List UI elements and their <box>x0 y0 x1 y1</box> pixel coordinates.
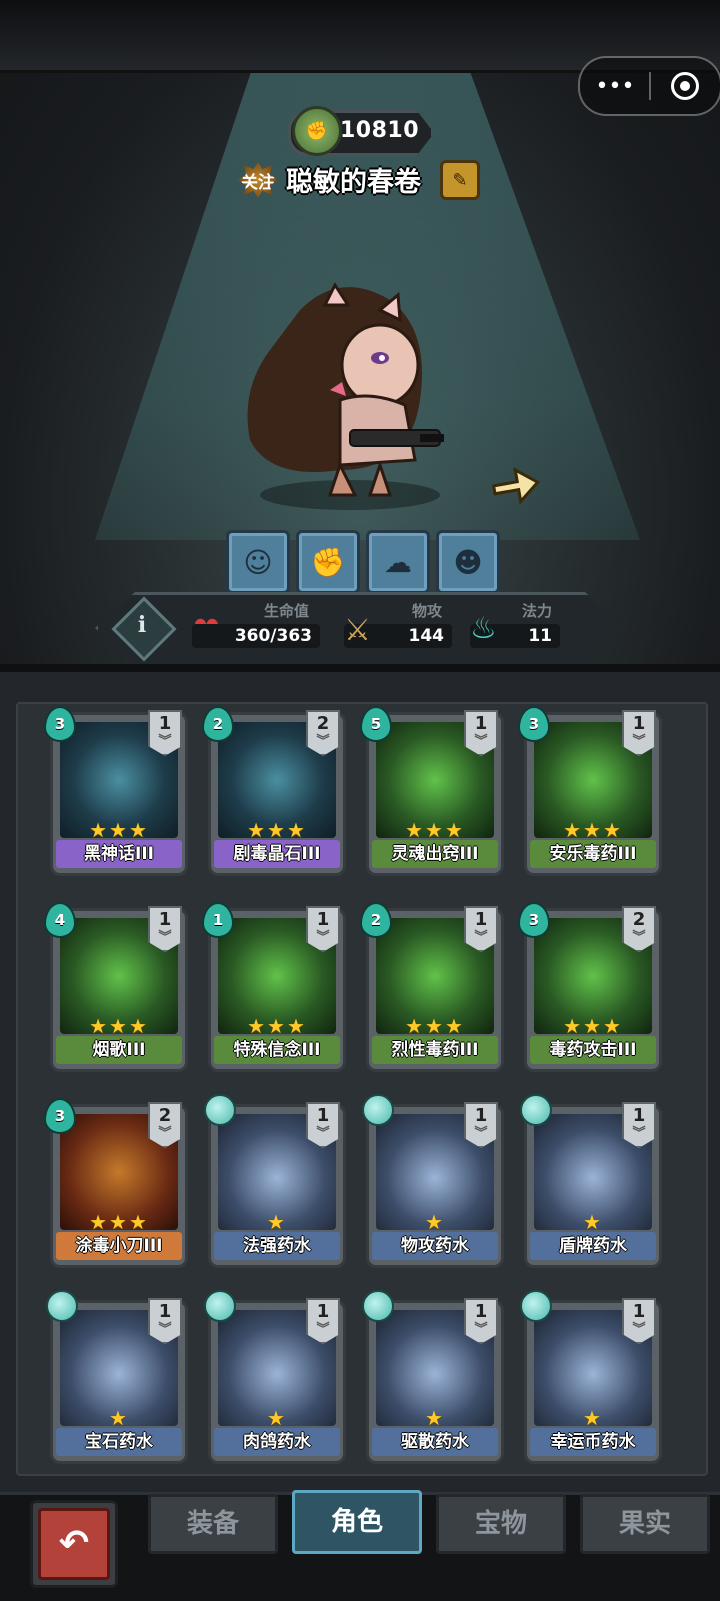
card-name: 幸运币药水 <box>530 1428 656 1456</box>
card[interactable]: ★★★ 黑神话III 3 1 <box>44 706 188 876</box>
mana-cost-badge: 4 <box>44 902 76 938</box>
card[interactable]: ★★★ 毒药攻击III 3 2 <box>518 902 662 1072</box>
trait-icon-ghost[interactable]: ☁ <box>366 530 430 594</box>
fist-icon: ✊ <box>310 545 346 579</box>
card-name: 宝石药水 <box>56 1428 182 1456</box>
target-icon <box>671 72 699 100</box>
trait-icon-demon[interactable]: ☻ <box>436 530 500 594</box>
card[interactable]: ★ 法强药水 1 <box>204 1094 346 1268</box>
card-name: 黑神话III <box>56 840 182 868</box>
card-name: 烈性毒药III <box>372 1036 498 1064</box>
mana-cost-badge: 3 <box>44 706 76 742</box>
tab-equipment[interactable]: 装备 <box>148 1494 278 1554</box>
card[interactable]: ★ 物攻药水 1 <box>362 1094 504 1268</box>
demon-icon: ☻ <box>453 545 483 579</box>
potion-icon <box>520 1290 552 1322</box>
star-rating: ★★★ <box>247 1014 307 1038</box>
card-name: 烟歌III <box>56 1036 182 1064</box>
card[interactable]: ★ 肉鸽药水 1 <box>204 1290 346 1464</box>
star-rating: ★★★ <box>405 818 465 842</box>
star-rating: ★ <box>425 1210 445 1234</box>
atk-label: 物攻 <box>412 602 443 620</box>
currency-value: 10810 <box>340 118 420 143</box>
card-grid: ★★★黑神话III31★★★剧毒晶石III22★★★灵魂出窍III51★★★安乐… <box>16 702 708 1476</box>
card-name: 盾牌药水 <box>530 1232 656 1260</box>
sword-icon: ⚔ <box>344 613 371 648</box>
mana-flame-icon: ♨ <box>470 611 497 646</box>
star-rating: ★ <box>109 1406 129 1430</box>
card-name: 驱散药水 <box>372 1428 498 1456</box>
ghost-icon: ☁ <box>384 545 412 579</box>
currency-icon: ✊ <box>292 106 342 156</box>
star-rating: ★ <box>267 1406 287 1430</box>
card[interactable]: ★★★ 灵魂出窍III 5 1 <box>360 706 504 876</box>
mana-cost-badge: 5 <box>360 706 392 742</box>
card[interactable]: ★★★ 剧毒晶石III 2 2 <box>202 706 346 876</box>
card[interactable]: ★ 宝石药水 1 <box>46 1290 188 1464</box>
cat-icon: ☺ <box>243 545 273 579</box>
potion-icon <box>204 1094 236 1126</box>
star-rating: ★★★ <box>563 818 623 842</box>
card-name: 安乐毒药III <box>530 840 656 868</box>
card-name: 涂毒小刀III <box>56 1232 182 1260</box>
potion-icon <box>520 1094 552 1126</box>
mana-cost-badge: 2 <box>202 706 234 742</box>
info-icon: i <box>137 612 147 638</box>
card[interactable]: ★ 幸运币药水 1 <box>520 1290 662 1464</box>
tab-treasure[interactable]: 宝物 <box>436 1494 566 1554</box>
card[interactable]: ★★★ 烈性毒药III 2 1 <box>360 902 504 1072</box>
potion-icon <box>362 1290 394 1322</box>
star-rating: ★★★ <box>89 1210 149 1234</box>
next-character-arrow-icon[interactable] <box>492 466 540 506</box>
mana-cost-badge: 3 <box>518 902 550 938</box>
card-name: 特殊信念III <box>214 1036 340 1064</box>
star-rating: ★ <box>583 1406 603 1430</box>
card-name: 肉鸽药水 <box>214 1428 340 1456</box>
game-screen: ••• ✊ 10810 关注 聪敏的春卷 ✎ ☺ ✊ ☁ ☻ i 生命值 ♥ 3… <box>0 0 720 1601</box>
card-name: 毒药攻击III <box>530 1036 656 1064</box>
card[interactable]: ★★★ 涂毒小刀III 3 2 <box>44 1098 188 1268</box>
back-button[interactable]: ↶ <box>38 1508 110 1580</box>
tab-fruit[interactable]: 果实 <box>580 1494 710 1554</box>
tab-character[interactable]: 角色 <box>292 1490 422 1554</box>
pencil-icon: ✎ <box>452 169 468 191</box>
mana-cost-badge: 1 <box>202 902 234 938</box>
more-menu-button[interactable]: ••• <box>580 58 650 114</box>
mana-label: 法力 <box>522 602 553 620</box>
card[interactable]: ★ 盾牌药水 1 <box>520 1094 662 1268</box>
trait-icon-cat[interactable]: ☺ <box>226 530 290 594</box>
star-rating: ★ <box>267 1210 287 1234</box>
close-miniprogram-button[interactable] <box>650 58 720 114</box>
card-name: 法强药水 <box>214 1232 340 1260</box>
mana-cost-badge: 3 <box>44 1098 76 1134</box>
card[interactable]: ★★★ 特殊信念III 1 1 <box>202 902 346 1072</box>
miniprogram-capsule: ••• <box>578 56 720 116</box>
panel-divider <box>0 664 720 672</box>
card[interactable]: ★★★ 安乐毒药III 3 1 <box>518 706 662 876</box>
star-rating: ★★★ <box>89 1014 149 1038</box>
star-rating: ★ <box>583 1210 603 1234</box>
hp-label: 生命值 <box>264 602 310 620</box>
potion-icon <box>204 1290 236 1322</box>
star-rating: ★★★ <box>563 1014 623 1038</box>
card-name: 灵魂出窍III <box>372 840 498 868</box>
player-name: 聪敏的春卷 <box>286 167 421 198</box>
star-rating: ★ <box>425 1406 445 1430</box>
card[interactable]: ★★★ 烟歌III 4 1 <box>44 902 188 1072</box>
star-rating: ★★★ <box>247 818 307 842</box>
trait-icon-fist[interactable]: ✊ <box>296 530 360 594</box>
card[interactable]: ★ 驱散药水 1 <box>362 1290 504 1464</box>
potion-icon <box>362 1094 394 1126</box>
card-name: 物攻药水 <box>372 1232 498 1260</box>
star-rating: ★★★ <box>89 818 149 842</box>
edit-name-button[interactable]: ✎ <box>440 160 480 200</box>
card-name: 剧毒晶石III <box>214 840 340 868</box>
potion-icon <box>46 1290 78 1322</box>
mana-cost-badge: 3 <box>518 706 550 742</box>
mana-cost-badge: 2 <box>360 902 392 938</box>
star-rating: ★★★ <box>405 1014 465 1038</box>
hp-value: 360/363 <box>192 624 320 648</box>
character-sprite[interactable] <box>230 270 460 510</box>
